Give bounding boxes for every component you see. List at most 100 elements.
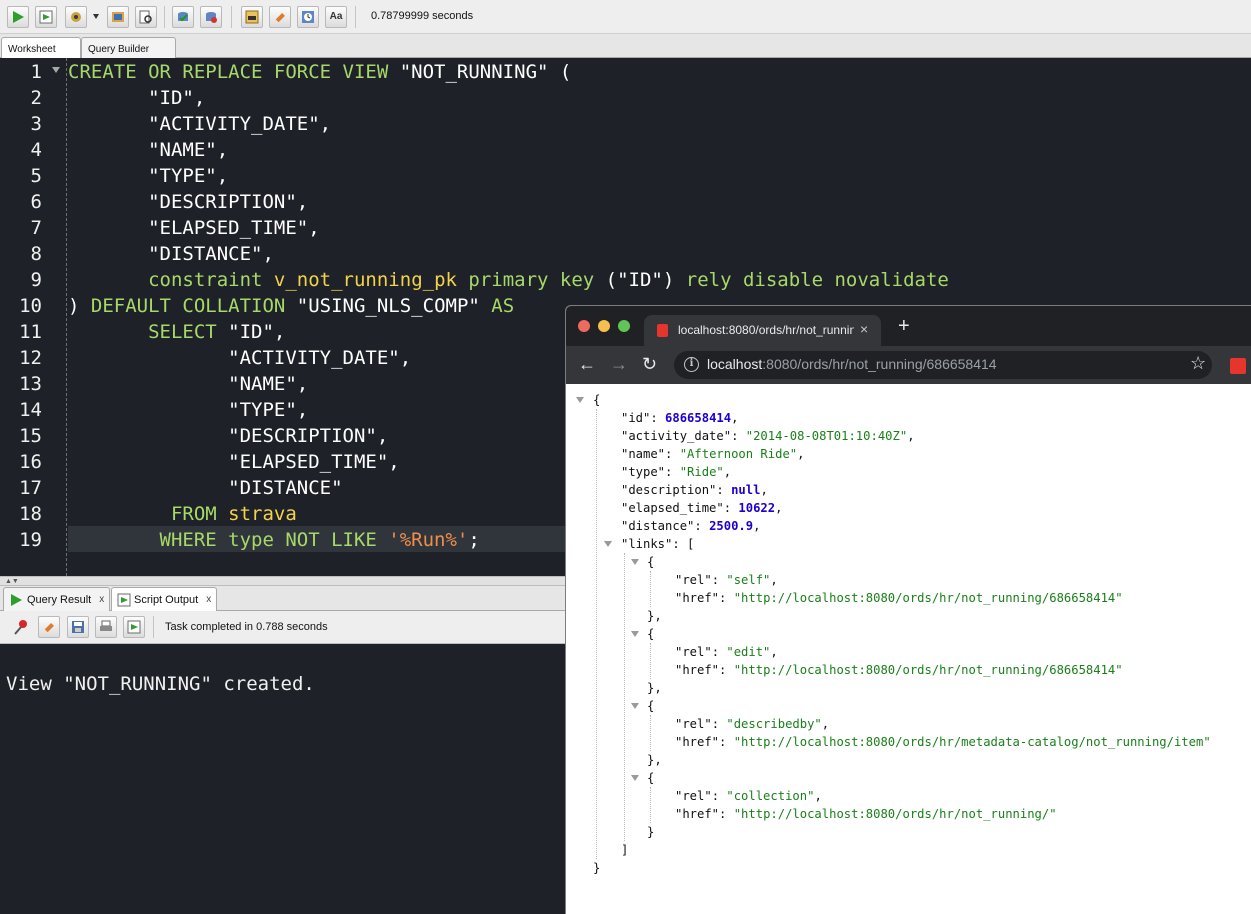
- history-icon[interactable]: [297, 6, 319, 28]
- tab-query-builder[interactable]: Query Builder: [81, 37, 176, 58]
- fold-toggle-icon[interactable]: [52, 67, 60, 73]
- code-token: rely disable novalidate: [685, 269, 949, 291]
- collapse-toggle-icon[interactable]: [604, 541, 612, 547]
- run-icon[interactable]: [123, 616, 145, 638]
- tab-close-icon[interactable]: ×: [860, 321, 868, 337]
- json-token: :: [719, 735, 734, 749]
- json-token: ,: [723, 465, 732, 479]
- commit-icon[interactable]: [172, 6, 194, 28]
- json-value: null: [731, 483, 761, 497]
- json-key: "activity_date": [621, 429, 732, 443]
- sql-tuning-icon[interactable]: [135, 6, 157, 28]
- code-line: FROM strava: [68, 501, 297, 527]
- panel-splitter[interactable]: ▲▼: [0, 576, 565, 586]
- window-maximize-button[interactable]: [618, 320, 630, 332]
- collapse-toggle-icon[interactable]: [631, 559, 639, 565]
- line-number: 19: [19, 529, 42, 551]
- json-token: : [: [672, 537, 695, 551]
- code-token: ): [68, 295, 91, 317]
- collapse-toggle-icon[interactable]: [631, 631, 639, 637]
- code-token: AS: [491, 295, 515, 317]
- line-number: 12: [19, 347, 42, 369]
- json-key: "name": [621, 447, 666, 461]
- code-token: WHERE type NOT LIKE: [159, 529, 389, 551]
- close-icon[interactable]: x: [206, 594, 211, 605]
- code-token: "ELAPSED_TIME",: [148, 217, 320, 239]
- format-icon[interactable]: Aa: [325, 6, 347, 28]
- print-icon[interactable]: [95, 616, 117, 638]
- window-minimize-button[interactable]: [598, 320, 610, 332]
- json-key: "rel": [675, 717, 712, 731]
- collapse-toggle-icon[interactable]: [631, 775, 639, 781]
- clear-icon[interactable]: [38, 616, 60, 638]
- run-statement-icon[interactable]: [7, 6, 29, 28]
- tab-worksheet[interactable]: Worksheet: [1, 37, 81, 58]
- line-number: 8: [30, 243, 42, 265]
- code-token: "TYPE",: [148, 165, 229, 187]
- address-bar[interactable]: i localhost:8080/ords/hr/not_running/686…: [674, 351, 1212, 379]
- rollback-icon[interactable]: [200, 6, 222, 28]
- line-number: 18: [19, 503, 42, 525]
- browser-navbar: ← → ↻ i localhost:8080/ords/hr/not_runni…: [566, 346, 1251, 384]
- browser-window: localhost:8080/ords/hr/not_running/68665…: [565, 305, 1251, 914]
- code-token: "TYPE",: [228, 399, 309, 421]
- json-token: },: [647, 681, 662, 695]
- clear-icon[interactable]: [269, 6, 291, 28]
- run-script-icon[interactable]: [35, 6, 57, 28]
- code-token: "NAME",: [148, 139, 229, 161]
- dropdown-arrow-icon[interactable]: [93, 14, 99, 19]
- autotrace-icon[interactable]: [65, 6, 87, 28]
- elapsed-time-label: 0.78799999 seconds: [371, 10, 474, 22]
- forward-icon[interactable]: →: [610, 354, 628, 374]
- script-output-area: View "NOT_RUNNING" created.: [0, 645, 565, 914]
- task-status: Task completed in 0.788 seconds: [165, 621, 328, 633]
- json-key: "links": [621, 537, 673, 551]
- code-token: constraint: [148, 269, 274, 291]
- code-line: "ELAPSED_TIME",: [68, 215, 320, 241]
- tab-query-result[interactable]: Query Result x: [3, 587, 111, 611]
- code-line: "NAME",: [68, 371, 308, 397]
- json-value: "http://localhost:8080/ords/hr/not_runni…: [733, 591, 1123, 605]
- collapse-toggle-icon[interactable]: [631, 703, 639, 709]
- window-close-button[interactable]: [578, 320, 590, 332]
- bookmark-star-icon[interactable]: ☆: [1190, 352, 1206, 374]
- line-number: 9: [30, 269, 42, 291]
- json-link-close: },: [647, 679, 662, 697]
- json-link-open: {: [647, 769, 654, 787]
- output-toolbar: Task completed in 0.788 seconds: [0, 611, 565, 644]
- close-icon[interactable]: x: [99, 594, 104, 605]
- extension-icon[interactable]: [1230, 358, 1246, 374]
- pin-icon[interactable]: [12, 618, 30, 641]
- json-token: ,: [731, 411, 739, 425]
- unshared-sql-icon[interactable]: [241, 6, 263, 28]
- json-value: "http://localhost:8080/ords/hr/not_runni…: [733, 807, 1057, 821]
- json-token: :: [694, 519, 710, 533]
- code-token: "DESCRIPTION",: [148, 191, 309, 213]
- json-key: "elapsed_time": [621, 501, 724, 515]
- json-field: "id": 686658414,: [621, 409, 738, 427]
- address-url[interactable]: localhost:8080/ords/hr/not_running/68665…: [707, 356, 997, 372]
- reload-icon[interactable]: ↻: [642, 354, 657, 374]
- json-link-close: },: [647, 751, 662, 769]
- line-number: 4: [30, 139, 42, 161]
- json-token: }: [647, 825, 655, 839]
- json-token: :: [665, 447, 680, 461]
- line-number: 5: [30, 165, 42, 187]
- json-key: "rel": [675, 789, 712, 803]
- line-number: 16: [19, 451, 42, 473]
- new-tab-button[interactable]: +: [898, 316, 910, 336]
- json-token: ,: [797, 447, 805, 461]
- code-token: SELECT: [148, 321, 229, 343]
- code-token: primary key: [456, 269, 606, 291]
- browser-tab[interactable]: localhost:8080/ords/hr/not_running/68665…: [644, 315, 881, 346]
- info-icon[interactable]: i: [684, 357, 699, 372]
- explain-plan-icon[interactable]: [107, 6, 129, 28]
- tab-script-output[interactable]: Script Output x: [111, 587, 218, 611]
- line-number: 11: [19, 321, 42, 343]
- json-token: :: [731, 429, 746, 443]
- back-icon[interactable]: ←: [578, 354, 596, 374]
- save-icon[interactable]: [67, 616, 89, 638]
- collapse-toggle-icon[interactable]: [576, 397, 584, 403]
- json-link-open: {: [647, 553, 654, 571]
- json-key: "href": [675, 591, 720, 605]
